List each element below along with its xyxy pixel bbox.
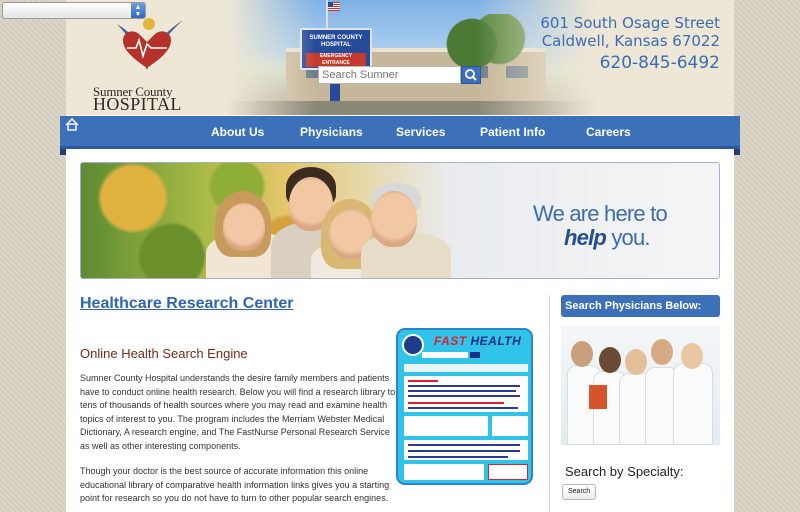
fasthealth-bar	[404, 364, 528, 372]
banner-tagline-line2: help you.	[564, 225, 651, 251]
clipboard-icon	[589, 385, 607, 409]
banner-tagline-help: help	[564, 225, 607, 250]
section-subtitle: Online Health Search Engine	[80, 346, 248, 361]
nav-ear-right	[734, 149, 740, 155]
fasthealth-line	[408, 395, 520, 397]
nav-item-careers[interactable]: Careers	[586, 125, 631, 139]
fasthealth-panel	[404, 416, 488, 436]
home-icon[interactable]	[65, 118, 79, 131]
disclaimer-paragraph: Though your doctor is the best source of…	[80, 466, 390, 503]
banner-tagline-end: you.	[606, 225, 650, 250]
seal-icon	[402, 334, 424, 356]
fasthealth-line	[408, 444, 520, 446]
person-face	[223, 203, 265, 251]
photo-fade-left	[226, 0, 316, 115]
search-icon	[465, 69, 477, 81]
nav-item-patient-info[interactable]: Patient Info	[480, 125, 545, 139]
banner-tagline-line1: We are here to	[533, 201, 668, 226]
doctor-head	[681, 343, 703, 369]
page-title[interactable]: Healthcare Research Center	[80, 295, 293, 313]
person-face	[371, 191, 417, 247]
doctor-figure	[673, 363, 713, 445]
fasthealth-line	[408, 390, 516, 392]
sign-title: SUMNER COUNTY HOSPITAL	[309, 35, 363, 48]
fasthealth-footer	[404, 464, 484, 480]
hero-banner: We are here to help you.	[80, 162, 720, 279]
chevron-updown-icon[interactable]: ▲ ▼	[131, 3, 145, 18]
intro-paragraph: Sumner County Hospital understands the d…	[80, 373, 396, 451]
fasthealth-logo-health: HEALTH	[466, 334, 522, 348]
fasthealth-widget[interactable]: FAST HEALTH	[396, 328, 533, 485]
sidebar-heading: Search Physicians Below:	[561, 295, 720, 317]
fasthealth-university-logo	[492, 416, 528, 436]
doctor-head	[599, 347, 621, 373]
fasthealth-line	[408, 450, 520, 452]
physicians-photo	[561, 325, 720, 445]
fasthealth-line	[408, 380, 438, 382]
flag-icon	[328, 2, 340, 11]
address-line2: Caldwell, Kansas 67022	[541, 32, 720, 50]
logo-line2: HOSPITAL	[93, 94, 182, 114]
specialty-search-button[interactable]: Search	[562, 484, 597, 500]
fasthealth-line	[408, 385, 520, 387]
fasthealth-button	[470, 352, 480, 358]
fasthealth-logo-fast: FAST	[434, 334, 467, 348]
logo-heart-icon	[117, 18, 183, 70]
nav-item-about-us[interactable]: About Us	[211, 125, 264, 139]
fasthealth-line	[408, 407, 518, 409]
nav-item-physicians[interactable]: Physicians	[300, 125, 363, 139]
doctor-head	[651, 339, 673, 365]
main-nav: About Us Physicians Services Patient Inf…	[60, 116, 740, 155]
fasthealth-field	[422, 352, 468, 358]
fasthealth-line	[408, 402, 504, 404]
nav-ear-left	[60, 149, 66, 155]
fasthealth-logo: FAST HEALTH	[434, 334, 521, 348]
fasthealth-line	[408, 456, 508, 458]
doctor-head	[625, 349, 647, 375]
doctor-head	[571, 341, 593, 367]
fasthealth-emergency-box	[488, 464, 528, 480]
site-search-button[interactable]	[461, 66, 481, 84]
sidebar-subheading: Search by Specialty:	[565, 464, 684, 479]
site-search-input[interactable]	[318, 66, 461, 84]
nav-item-services[interactable]: Services	[396, 125, 445, 139]
column-divider	[549, 295, 550, 512]
hospital-logo[interactable]: Sumner County HOSPITAL	[85, 18, 205, 114]
address-line1: 601 South Osage Street	[540, 14, 720, 32]
phone-number[interactable]: 620-845-6492	[600, 53, 720, 73]
language-select[interactable]: ▲ ▼	[2, 2, 146, 19]
